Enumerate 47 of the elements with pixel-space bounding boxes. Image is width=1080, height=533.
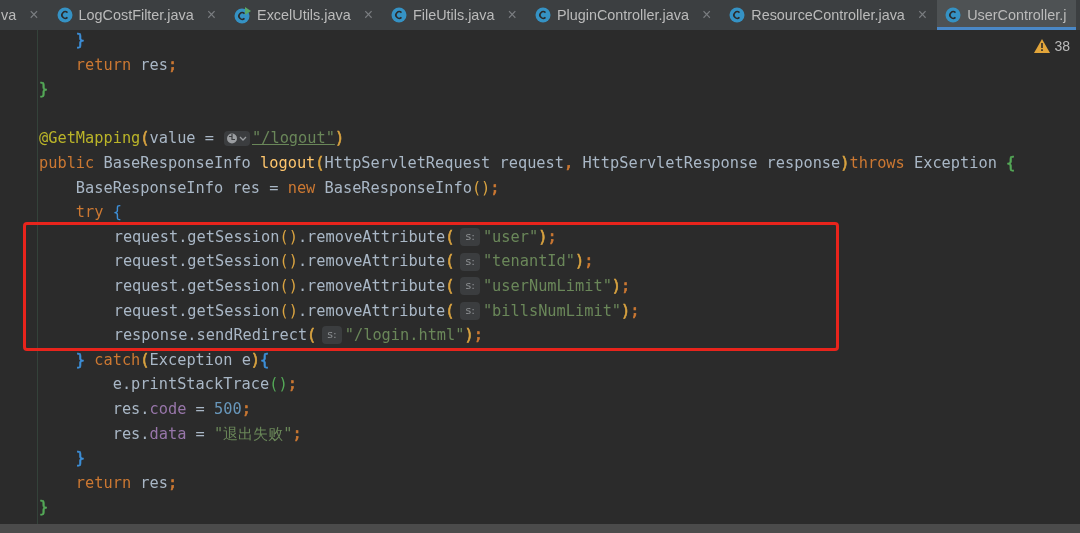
class-icon bbox=[391, 7, 407, 23]
class-run-icon bbox=[234, 6, 252, 24]
class-icon bbox=[56, 7, 73, 23]
file-tab[interactable]: ResourceController.java × bbox=[721, 0, 938, 30]
code-text: return res; bbox=[75, 54, 178, 76]
code-text: "/logout") bbox=[252, 128, 345, 150]
code-text: "/login.html"); bbox=[344, 325, 483, 347]
code-text: request.getSession().removeAttribute( bbox=[113, 275, 455, 297]
code-text: } catch(Exception e){ bbox=[75, 349, 270, 371]
file-tab[interactable]: PluginController.java × bbox=[526, 0, 722, 30]
parameter-hint: s: bbox=[322, 326, 342, 345]
code-text: request.getSession().removeAttribute( bbox=[113, 300, 455, 322]
code-text: res.code = 500; bbox=[112, 398, 251, 420]
code-text: e.printStackTrace(); bbox=[112, 374, 297, 396]
code-text: } bbox=[39, 497, 49, 519]
code-text: return res; bbox=[75, 472, 178, 494]
code-text: request.getSession().removeAttribute( bbox=[113, 251, 455, 273]
parameter-hint: s: bbox=[460, 301, 480, 320]
parameter-hint: s: bbox=[460, 277, 480, 296]
class-icon bbox=[945, 7, 962, 23]
code-text: public BaseResponseInfo logout(HttpServletRequest request, HttpServletResponse response)throws Exception { bbox=[39, 152, 1016, 174]
file-tab[interactable]: UserController.j bbox=[937, 0, 1077, 30]
file-tab[interactable]: LogCostFilter.java × bbox=[48, 0, 227, 30]
code-text: "userNumLimit"); bbox=[482, 275, 631, 297]
warning-icon[interactable] bbox=[1034, 39, 1051, 53]
code-text: "user"); bbox=[482, 226, 557, 248]
code-text: res.data = "退出失败"; bbox=[112, 423, 302, 445]
file-tab[interactable]: FileUtils.java × bbox=[383, 0, 527, 30]
globe-dropdown-icon[interactable] bbox=[224, 131, 250, 147]
code-text: } bbox=[39, 79, 49, 101]
warning-count[interactable]: 38 bbox=[1054, 38, 1070, 54]
code-text: "billsNumLimit"); bbox=[482, 300, 640, 322]
scrollbar[interactable] bbox=[0, 524, 1080, 533]
code-text: request.getSession().removeAttribute( bbox=[113, 226, 455, 248]
code-text: @GetMapping(value = bbox=[39, 128, 214, 150]
code-text: } bbox=[75, 448, 86, 470]
code-text: try { bbox=[75, 202, 122, 224]
class-icon bbox=[534, 7, 551, 23]
class-icon bbox=[729, 7, 746, 23]
file-tab[interactable]: va × bbox=[0, 0, 49, 30]
parameter-hint: s: bbox=[460, 252, 480, 271]
code-text: "tenantId"); bbox=[482, 251, 594, 273]
parameter-hint: s: bbox=[460, 228, 480, 247]
file-tab[interactable]: ExcelUtils.java × bbox=[226, 0, 383, 30]
code-text: response.sendRedirect( bbox=[113, 325, 317, 347]
code-text: BaseResponseInfo res = new BaseResponseInfo(); bbox=[75, 177, 500, 199]
code-text: } bbox=[75, 30, 86, 51]
